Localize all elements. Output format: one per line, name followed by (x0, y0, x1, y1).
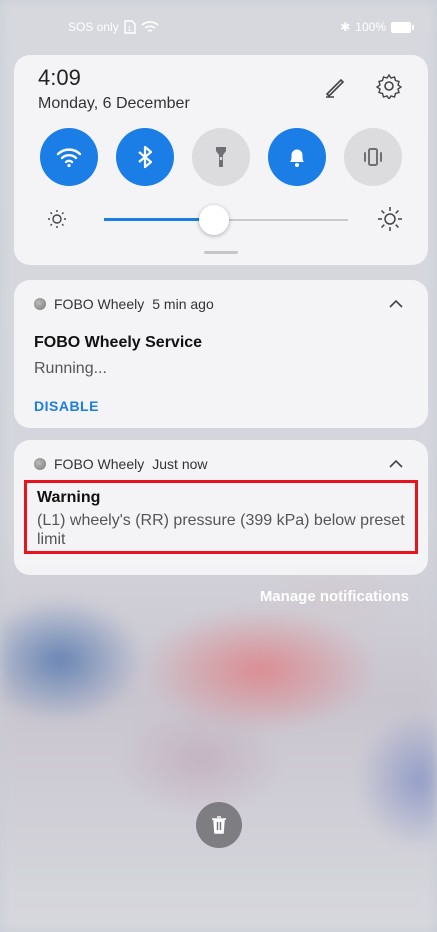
notification-header: FOBO Wheely 5 min ago (34, 296, 408, 312)
svg-text:1: 1 (127, 26, 131, 33)
notification-text: Running... (34, 360, 107, 377)
edit-icon[interactable] (322, 73, 348, 99)
flashlight-toggle[interactable] (192, 128, 250, 186)
quick-settings-panel: 4:09 Monday, 6 December (14, 55, 428, 265)
brightness-high-icon (378, 207, 402, 231)
status-bar: SOS only 1 ✱ 100% (0, 0, 437, 54)
notification-title: FOBO Wheely Service (34, 334, 203, 351)
wifi-status-icon (141, 21, 159, 32)
bluetooth-icon (138, 145, 153, 169)
disable-button[interactable]: DISABLE (34, 398, 408, 414)
notification-text: (L1) wheely's (RR) pressure (399 kPa) be… (37, 512, 405, 548)
bluetooth-status-icon: ✱ (340, 20, 351, 34)
sim-icon: 1 (124, 20, 136, 34)
panel-drag-handle[interactable] (204, 251, 238, 254)
notification-time: 5 min ago (152, 296, 214, 312)
warning-highlight-box: Warning (L1) wheely's (RR) pressure (399… (24, 480, 418, 554)
wifi-icon (56, 148, 82, 168)
brightness-slider[interactable] (40, 205, 402, 235)
app-icon (34, 458, 46, 470)
manage-notifications-link[interactable]: Manage notifications (260, 588, 409, 605)
battery-percent: 100% (355, 20, 386, 34)
notification-app-name: FOBO Wheely (54, 456, 145, 472)
trash-icon (212, 816, 226, 834)
vibrate-icon (364, 148, 382, 166)
notification-title: Warning (37, 489, 101, 506)
flashlight-icon (216, 147, 226, 167)
gear-icon[interactable] (376, 73, 402, 99)
notification-time: Just now (152, 456, 208, 472)
chevron-up-icon[interactable] (386, 454, 406, 474)
brightness-thumb[interactable] (198, 205, 229, 235)
app-icon (34, 298, 46, 310)
quick-toggles (40, 128, 402, 186)
notification-card-warning[interactable]: FOBO Wheely Just now Warning (L1) wheely… (14, 440, 428, 575)
notification-app-name: FOBO Wheely (54, 296, 145, 312)
clear-all-button[interactable] (196, 802, 242, 848)
brightness-track-fill (104, 218, 214, 221)
vibrate-toggle[interactable] (344, 128, 402, 186)
notification-header: FOBO Wheely Just now (34, 456, 408, 472)
bell-icon (290, 149, 304, 167)
wifi-toggle[interactable] (40, 128, 98, 186)
bluetooth-toggle[interactable] (116, 128, 174, 186)
notification-card-service[interactable]: FOBO Wheely 5 min ago FOBO Wheely Servic… (14, 280, 428, 428)
brightness-low-icon (48, 210, 66, 228)
battery-icon (391, 21, 414, 33)
chevron-up-icon[interactable] (386, 294, 406, 314)
carrier-label: SOS only (68, 20, 119, 34)
sound-toggle[interactable] (268, 128, 326, 186)
